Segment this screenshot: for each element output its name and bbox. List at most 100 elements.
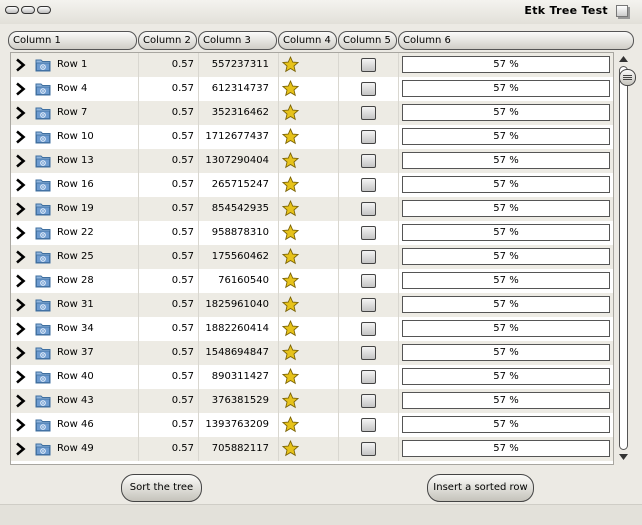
star-icon bbox=[282, 176, 299, 193]
table-row[interactable]: Row 28 0.57 76160540 57 % bbox=[11, 269, 613, 293]
maximize-button[interactable] bbox=[616, 5, 628, 17]
column-header-4[interactable]: Column 4 bbox=[278, 31, 337, 50]
checkbox[interactable] bbox=[361, 394, 376, 408]
tree-view[interactable]: Row 1 0.57 557237311 57 % Row 4 0.57 612… bbox=[10, 52, 614, 465]
chevron-right-icon[interactable] bbox=[15, 322, 26, 336]
window-menu-button[interactable] bbox=[5, 6, 19, 14]
chevron-right-icon[interactable] bbox=[15, 250, 26, 264]
row-label: Row 37 bbox=[57, 347, 94, 358]
table-row[interactable]: Row 31 0.57 1825961040 57 % bbox=[11, 293, 613, 317]
progress-bar: 57 % bbox=[402, 104, 610, 121]
column-3-value: 854542935 bbox=[211, 203, 269, 214]
column-3-value: 1825961040 bbox=[205, 299, 269, 310]
scroll-up-icon[interactable] bbox=[616, 53, 631, 65]
column-3-value: 376381529 bbox=[211, 395, 269, 406]
scroll-thumb[interactable] bbox=[619, 69, 636, 86]
table-row[interactable]: Row 40 0.57 890311427 57 % bbox=[11, 365, 613, 389]
chevron-right-icon[interactable] bbox=[15, 58, 26, 72]
scroll-track[interactable] bbox=[619, 66, 636, 450]
column-header-5[interactable]: Column 5 bbox=[338, 31, 397, 50]
checkbox[interactable] bbox=[361, 442, 376, 456]
checkbox[interactable] bbox=[361, 274, 376, 288]
chevron-right-icon[interactable] bbox=[15, 370, 26, 384]
checkbox[interactable] bbox=[361, 154, 376, 168]
checkbox[interactable] bbox=[361, 322, 376, 336]
table-row[interactable]: Row 43 0.57 376381529 57 % bbox=[11, 389, 613, 413]
table-row[interactable]: Row 13 0.57 1307290404 57 % bbox=[11, 149, 613, 173]
table-row[interactable]: Row 25 0.57 175560462 57 % bbox=[11, 245, 613, 269]
column-2-value: 0.57 bbox=[171, 347, 194, 358]
table-row[interactable]: Row 19 0.57 854542935 57 % bbox=[11, 197, 613, 221]
progress-bar: 57 % bbox=[402, 152, 610, 169]
row-label: Row 22 bbox=[57, 227, 94, 238]
progress-bar: 57 % bbox=[402, 200, 610, 217]
chevron-right-icon[interactable] bbox=[15, 298, 26, 312]
vertical-scrollbar[interactable] bbox=[615, 52, 636, 465]
column-2-value: 0.57 bbox=[171, 371, 194, 382]
row-label: Row 43 bbox=[57, 395, 94, 406]
table-row[interactable]: Row 22 0.57 958878310 57 % bbox=[11, 221, 613, 245]
chevron-right-icon[interactable] bbox=[15, 130, 26, 144]
chevron-right-icon[interactable] bbox=[15, 274, 26, 288]
progress-label: 57 % bbox=[493, 107, 519, 118]
checkbox[interactable] bbox=[361, 202, 376, 216]
checkbox[interactable] bbox=[361, 298, 376, 312]
table-row[interactable]: Row 1 0.57 557237311 57 % bbox=[11, 53, 613, 77]
table-row[interactable]: Row 7 0.57 352316462 57 % bbox=[11, 101, 613, 125]
chevron-right-icon[interactable] bbox=[15, 346, 26, 360]
column-3-value: 1548694847 bbox=[205, 347, 269, 358]
checkbox[interactable] bbox=[361, 250, 376, 264]
column-header-3[interactable]: Column 3 bbox=[198, 31, 277, 50]
table-row[interactable]: Row 10 0.57 1712677437 57 % bbox=[11, 125, 613, 149]
window-close-button[interactable] bbox=[37, 6, 51, 14]
checkbox[interactable] bbox=[361, 178, 376, 192]
progress-bar: 57 % bbox=[402, 320, 610, 337]
checkbox[interactable] bbox=[361, 346, 376, 360]
progress-label: 57 % bbox=[493, 227, 519, 238]
table-row[interactable]: Row 4 0.57 612314737 57 % bbox=[11, 77, 613, 101]
chevron-right-icon[interactable] bbox=[15, 394, 26, 408]
column-header-2[interactable]: Column 2 bbox=[138, 31, 197, 50]
chevron-right-icon[interactable] bbox=[15, 106, 26, 120]
star-icon bbox=[282, 440, 299, 457]
chevron-right-icon[interactable] bbox=[15, 418, 26, 432]
scroll-down-icon[interactable] bbox=[616, 451, 631, 463]
column-header-1[interactable]: Column 1 bbox=[8, 31, 137, 50]
checkbox[interactable] bbox=[361, 130, 376, 144]
title-bar: Etk Tree Test bbox=[0, 0, 642, 24]
chevron-right-icon[interactable] bbox=[15, 442, 26, 456]
progress-label: 57 % bbox=[493, 155, 519, 166]
table-row[interactable]: Row 49 0.57 705882117 57 % bbox=[11, 437, 613, 461]
progress-label: 57 % bbox=[493, 323, 519, 334]
checkbox[interactable] bbox=[361, 106, 376, 120]
folder-icon bbox=[35, 203, 51, 216]
folder-icon bbox=[35, 443, 51, 456]
chevron-right-icon[interactable] bbox=[15, 82, 26, 96]
sort-tree-button[interactable]: Sort the tree bbox=[121, 474, 202, 502]
checkbox[interactable] bbox=[361, 82, 376, 96]
chevron-right-icon[interactable] bbox=[15, 178, 26, 192]
progress-label: 57 % bbox=[493, 371, 519, 382]
progress-bar: 57 % bbox=[402, 272, 610, 289]
progress-bar: 57 % bbox=[402, 248, 610, 265]
column-3-value: 76160540 bbox=[218, 275, 269, 286]
chevron-right-icon[interactable] bbox=[15, 226, 26, 240]
table-row[interactable]: Row 34 0.57 1882260414 57 % bbox=[11, 317, 613, 341]
row-label: Row 40 bbox=[57, 371, 94, 382]
checkbox[interactable] bbox=[361, 58, 376, 72]
checkbox[interactable] bbox=[361, 226, 376, 240]
table-row[interactable]: Row 37 0.57 1548694847 57 % bbox=[11, 341, 613, 365]
insert-sorted-row-button[interactable]: Insert a sorted row bbox=[427, 474, 534, 502]
column-3-value: 557237311 bbox=[211, 59, 269, 70]
checkbox[interactable] bbox=[361, 418, 376, 432]
column-2-value: 0.57 bbox=[171, 275, 194, 286]
chevron-right-icon[interactable] bbox=[15, 202, 26, 216]
column-header-6[interactable]: Column 6 bbox=[398, 31, 634, 50]
checkbox[interactable] bbox=[361, 370, 376, 384]
folder-icon bbox=[35, 155, 51, 168]
window-minimize-button[interactable] bbox=[21, 6, 35, 14]
table-row[interactable]: Row 46 0.57 1393763209 57 % bbox=[11, 413, 613, 437]
table-row[interactable]: Row 16 0.57 265715247 57 % bbox=[11, 173, 613, 197]
chevron-right-icon[interactable] bbox=[15, 154, 26, 168]
folder-icon bbox=[35, 275, 51, 288]
